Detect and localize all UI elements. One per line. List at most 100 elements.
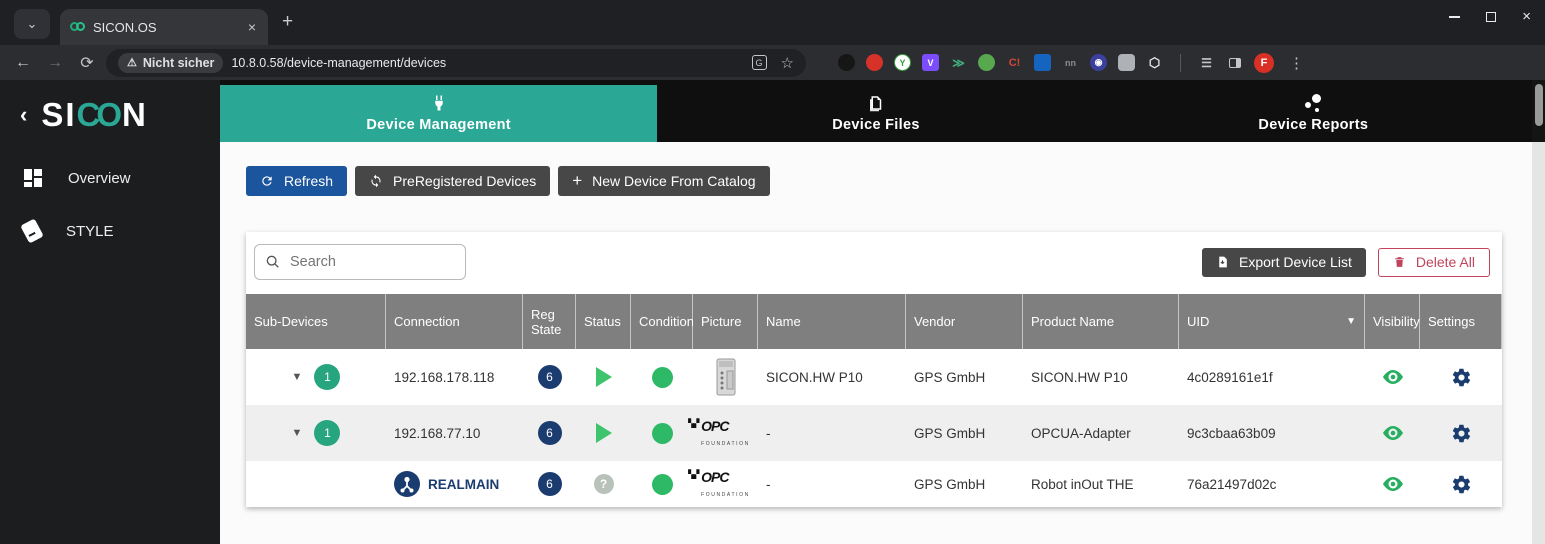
plug-icon (430, 94, 448, 112)
tab-search-button[interactable]: ⌄ (14, 9, 50, 39)
sidebar-collapse-icon[interactable]: ‹ (20, 102, 27, 128)
reload-icon[interactable]: ⟳ (74, 53, 100, 73)
sidebar-item-style[interactable]: STYLE (0, 204, 220, 258)
table-cell-picture: ▚▞OPCFOUNDATION (693, 461, 758, 507)
export-file-icon (1216, 255, 1229, 269)
preregistered-label: PreRegistered Devices (393, 173, 536, 189)
extension-icon-v[interactable]: V (922, 54, 939, 71)
preregistered-devices-button[interactable]: PreRegistered Devices (355, 166, 550, 196)
back-icon[interactable]: ← (10, 54, 36, 72)
maximize-button[interactable] (1486, 12, 1496, 22)
tab-close-icon[interactable]: × (246, 19, 258, 35)
table-cell-vendor: GPS GmbH (906, 349, 1023, 405)
settings-button[interactable] (1420, 461, 1502, 507)
profile-avatar[interactable]: F (1254, 53, 1274, 73)
extension-icon-shield[interactable] (1118, 54, 1135, 71)
translate-icon[interactable]: G (752, 55, 767, 70)
forward-icon[interactable]: → (42, 54, 68, 72)
extension-icon-c[interactable]: C! (1006, 54, 1023, 71)
export-device-list-button[interactable]: Export Device List (1202, 248, 1366, 277)
expand-caret-icon[interactable]: ▼ (292, 371, 303, 383)
new-device-label: New Device From Catalog (592, 173, 755, 189)
extension-icon-bug[interactable] (978, 54, 995, 71)
col-header-visibility[interactable]: Visibility (1365, 294, 1420, 349)
col-header-sub-devices[interactable]: Sub-Devices (246, 294, 386, 349)
tab-device-management[interactable]: Device Management (220, 85, 657, 142)
tab-device-reports[interactable]: Device Reports (1095, 85, 1532, 142)
address-bar[interactable]: ⚠ Nicht sicher 10.8.0.58/device-manageme… (106, 49, 806, 77)
sort-arrow-icon[interactable]: ▼ (1346, 316, 1356, 327)
new-tab-button[interactable]: + (282, 11, 293, 33)
table-cell-name: SICON.HW P10 (758, 349, 906, 405)
realmain-subdevice[interactable]: REALMAIN (394, 471, 499, 497)
side-panel-icon[interactable] (1226, 54, 1243, 71)
close-button[interactable]: × (1522, 12, 1531, 22)
search-icon (265, 254, 281, 270)
url-text[interactable]: 10.8.0.58/device-management/devices (231, 56, 743, 70)
media-playlist-icon[interactable]: ☰ (1198, 54, 1215, 71)
unknown-status-icon: ? (594, 474, 614, 494)
col-header-name[interactable]: Name (758, 294, 906, 349)
visibility-toggle[interactable] (1365, 349, 1420, 405)
plus-icon: + (572, 171, 582, 191)
tab-device-files[interactable]: Device Files (657, 85, 1094, 142)
browser-tab[interactable]: SICON.OS × (60, 9, 268, 45)
browser-menu-icon[interactable]: ⋮ (1289, 54, 1304, 72)
scrollbar-thumb[interactable] (1535, 84, 1543, 126)
table-cell-picture (693, 349, 758, 405)
extension-icon-eye[interactable]: ◉ (1090, 54, 1107, 71)
eye-icon (1381, 472, 1405, 496)
reg-state-badge: 6 (538, 421, 562, 445)
col-header-uid[interactable]: UID▼ (1179, 294, 1365, 349)
table-cell-uid: 4c0289161e1f (1179, 349, 1365, 405)
table-cell-product-name: Robot inOut THE (1023, 461, 1179, 507)
refresh-button[interactable]: Refresh (246, 166, 347, 196)
col-header-reg-state[interactable]: Reg State (523, 294, 576, 349)
col-header-status[interactable]: Status (576, 294, 631, 349)
settings-button[interactable] (1420, 349, 1502, 405)
tab-title: SICON.OS (93, 20, 238, 35)
gear-icon (1451, 367, 1472, 388)
extension-icon-y[interactable]: Y (894, 54, 911, 71)
security-chip[interactable]: ⚠ Nicht sicher (118, 53, 223, 73)
sync-icon (369, 174, 383, 188)
col-header-connection[interactable]: Connection (386, 294, 523, 349)
eye-icon (1381, 421, 1405, 445)
subdevice-count-badge: 1 (314, 364, 340, 390)
table-row-1-subdevices[interactable]: ▼1 (246, 349, 386, 405)
search-input[interactable] (290, 254, 440, 270)
expand-caret-icon[interactable]: ▼ (292, 427, 303, 439)
new-device-from-catalog-button[interactable]: + New Device From Catalog (558, 166, 769, 196)
tab-label: Device Files (832, 117, 919, 133)
visibility-toggle[interactable] (1365, 405, 1420, 461)
col-header-settings[interactable]: Settings (1420, 294, 1502, 349)
col-header-vendor[interactable]: Vendor (906, 294, 1023, 349)
search-box[interactable] (254, 244, 466, 280)
bookmark-star-icon[interactable]: ☆ (781, 54, 794, 72)
app-tab-bar: Device Management Device Files Device Re… (220, 80, 1532, 142)
subdevice-name: REALMAIN (428, 477, 499, 492)
settings-button[interactable] (1420, 405, 1502, 461)
condition-ok-icon (652, 474, 673, 495)
refresh-label: Refresh (284, 173, 333, 189)
tab-label: Device Reports (1258, 117, 1368, 133)
sidebar: ‹ SICON Overview STYLE (0, 80, 220, 544)
sidebar-item-overview[interactable]: Overview (0, 152, 220, 204)
device-table: Sub-Devices Connection Reg State Status … (246, 294, 1502, 507)
table-row-2-subdevices[interactable]: ▼1 (246, 405, 386, 461)
delete-all-button[interactable]: Delete All (1378, 248, 1490, 277)
extension-icon-chevrons[interactable]: ≫ (950, 54, 967, 71)
extension-icon-adblock[interactable] (866, 54, 883, 71)
col-header-condition[interactable]: Condition (631, 294, 693, 349)
table-cell-status (576, 405, 631, 461)
col-header-picture[interactable]: Picture (693, 294, 758, 349)
extension-icon-dark[interactable] (838, 54, 855, 71)
visibility-toggle[interactable] (1365, 461, 1420, 507)
extension-icon-blue[interactable] (1034, 54, 1051, 71)
extension-icon-nn[interactable]: nn (1062, 54, 1079, 71)
page-scrollbar[interactable] (1532, 80, 1545, 544)
extensions-puzzle-icon[interactable]: ⬡ (1146, 54, 1163, 71)
minimize-button[interactable] (1449, 16, 1460, 18)
subdevice-count-badge: 1 (314, 420, 340, 446)
col-header-product-name[interactable]: Product Name (1023, 294, 1179, 349)
